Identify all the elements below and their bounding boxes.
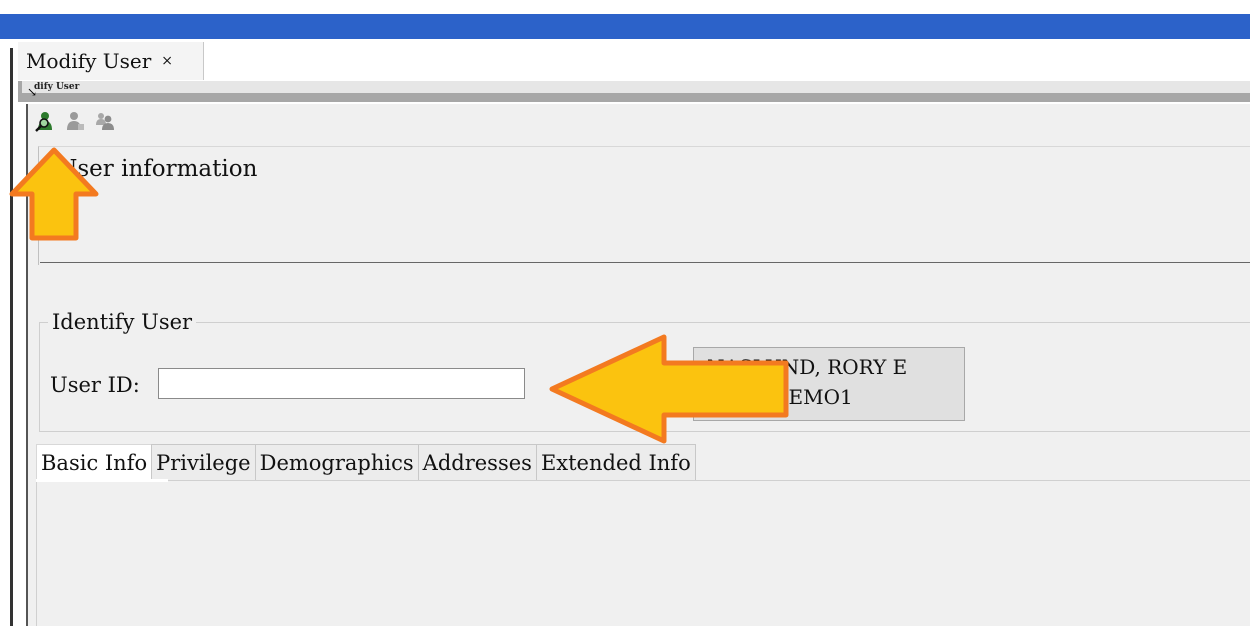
close-icon[interactable]: × [161,53,173,69]
user-tabs: Basic Info Privilege Demographics Addres… [36,444,696,481]
tab-content-panel [36,480,1250,626]
tab-modify-user[interactable]: Modify User × [18,42,204,80]
annotation-arrow-up-icon [9,147,99,241]
identify-user-legend: Identify User [48,310,197,334]
tab-basic-info[interactable]: Basic Info [36,444,153,481]
user-icon[interactable] [64,110,86,132]
user-id-input[interactable] [158,368,525,399]
search-user-icon[interactable] [34,110,56,132]
tab-addresses[interactable]: Addresses [417,444,537,481]
toolbar [34,108,116,134]
users-icon[interactable] [94,110,116,132]
annotation-arrow-left-icon [549,334,789,444]
tab-privilege[interactable]: Privilege [151,444,256,481]
tab-label: Modify User [26,49,152,73]
left-rail [10,48,13,626]
collapse-arrow-icon[interactable]: ↘ [27,86,37,98]
active-tab-underlay [36,479,168,482]
tab-extended-info[interactable]: Extended Info [535,444,696,481]
panel-header-title: dify User [22,81,1250,93]
tab-demographics[interactable]: Demographics [254,444,419,481]
section-divider [40,262,1250,263]
title-bar [0,14,1250,39]
user-id-label: User ID: [50,373,140,397]
